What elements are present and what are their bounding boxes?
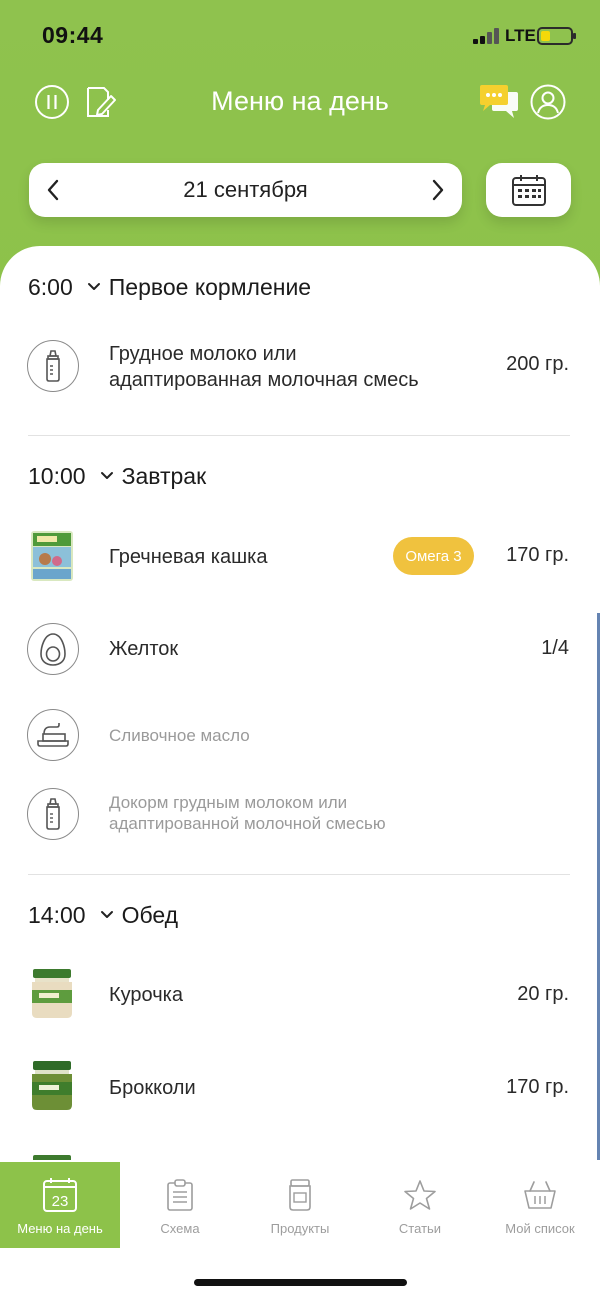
signal-icon <box>473 28 499 44</box>
section-divider <box>28 874 570 875</box>
star-icon <box>403 1177 437 1213</box>
bottle-icon <box>27 788 79 840</box>
section-header-breakfast[interactable]: 10:00 Завтрак <box>28 461 206 491</box>
section-name: Обед <box>121 901 179 928</box>
section-name: Завтрак <box>121 462 207 489</box>
date-selector: 21 сентября <box>29 163 462 217</box>
section-time: 6:00 <box>28 273 73 300</box>
meal-item-name: Курочка <box>109 984 183 1006</box>
section-header-first-feeding[interactable]: 6:00 Первое кормление <box>28 272 311 302</box>
calendar-icon <box>511 175 546 206</box>
tab-my-list[interactable]: Мой список <box>480 1162 600 1248</box>
clipboard-icon <box>165 1177 195 1213</box>
meal-item-name: Гречневая кашка <box>109 546 268 568</box>
network-type: LTE <box>505 26 536 45</box>
status-bar: 09:44 LTE <box>0 0 600 70</box>
meal-item-amount: 1/4 <box>541 637 569 659</box>
chevron-down-icon <box>87 282 101 292</box>
baby-food-jar-image <box>27 967 77 1023</box>
meal-item-name: Сливочное масло <box>109 726 250 745</box>
meal-item-amount: 20 гр. <box>517 983 569 1005</box>
bottom-tab-bar: 23 Меню на день Схема Продукты Статьи Мо… <box>0 1160 600 1297</box>
chevron-down-icon <box>100 910 114 920</box>
tab-label: Схема <box>160 1221 200 1236</box>
meal-item-amount: 200 гр. <box>506 353 569 375</box>
calendar-day-icon: 23 <box>42 1177 78 1213</box>
meal-item-name: Брокколи <box>109 1077 196 1099</box>
chat-icon[interactable] <box>478 83 520 121</box>
section-header-lunch[interactable]: 14:00 Обед <box>28 900 178 930</box>
meal-item-name: Докорм грудным молоком или адаптированно… <box>109 793 386 833</box>
tab-label: Продукты <box>270 1221 330 1236</box>
section-time: 14:00 <box>28 901 86 928</box>
tab-label: Мой список <box>505 1221 575 1236</box>
home-indicator[interactable] <box>194 1279 407 1286</box>
top-navigation: Меню на день <box>0 78 600 126</box>
meal-item-amount: 170 гр. <box>506 544 569 566</box>
section-time: 10:00 <box>28 462 86 489</box>
section-name: Первое кормление <box>108 273 312 300</box>
butter-icon <box>27 709 79 761</box>
basket-icon <box>523 1177 557 1213</box>
tab-products[interactable]: Продукты <box>240 1162 360 1248</box>
tab-scheme[interactable]: Схема <box>120 1162 240 1248</box>
section-divider <box>28 435 570 436</box>
status-time: 09:44 <box>42 22 104 48</box>
jar-icon <box>286 1177 314 1213</box>
cereal-box-image <box>27 529 77 585</box>
tab-menu-for-day[interactable]: 23 Меню на день <box>0 1162 120 1248</box>
tab-label: Меню на день <box>17 1221 103 1236</box>
omega-badge: Омега 3 <box>393 537 474 575</box>
meal-list[interactable]: 6:00 Первое кормление Грудное молоко или… <box>0 246 600 1160</box>
next-day-button[interactable] <box>426 178 450 202</box>
calendar-day-number: 23 <box>52 1193 69 1210</box>
baby-food-jar-image <box>27 1152 77 1160</box>
chevron-down-icon <box>100 471 114 481</box>
current-date[interactable]: 21 сентября <box>29 177 462 203</box>
baby-food-jar-image <box>27 1059 77 1115</box>
meal-item-name: Желток <box>109 638 179 660</box>
tab-articles[interactable]: Статьи <box>360 1162 480 1248</box>
battery-icon <box>537 27 576 45</box>
egg-icon <box>27 623 79 675</box>
meal-item-name: Грудное молоко или адаптированная молочн… <box>109 343 419 391</box>
meal-item-amount: 170 гр. <box>506 1076 569 1098</box>
calendar-button[interactable] <box>486 163 571 217</box>
profile-icon[interactable] <box>529 83 567 121</box>
bottle-icon <box>27 340 79 392</box>
tab-label: Статьи <box>398 1221 442 1236</box>
